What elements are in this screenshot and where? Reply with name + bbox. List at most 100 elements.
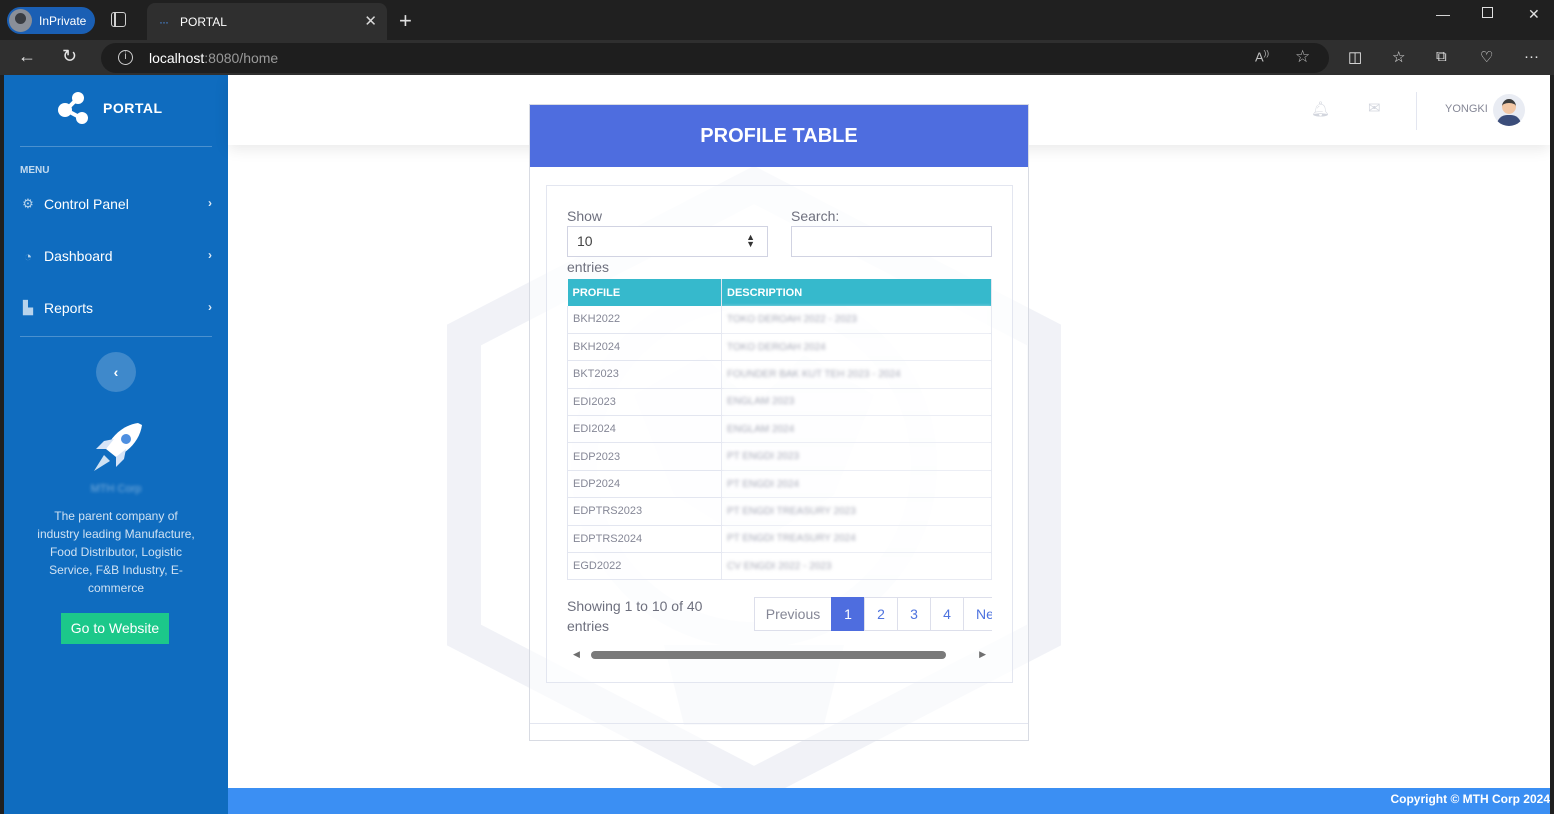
table-row[interactable]: BKT2023 FOUNDER BAK KUT TEH 2023 - 2024 [567, 360, 992, 389]
profile-cell: EDP2023 [567, 442, 722, 471]
column-header-description[interactable]: DESCRIPTION [721, 279, 992, 306]
horizontal-scrollbar[interactable]: ◀ ▶ [567, 648, 992, 662]
pagination-next[interactable]: Ne [963, 597, 992, 631]
gear-icon: ⚙ [22, 196, 34, 211]
new-tab-icon[interactable]: + [399, 8, 412, 34]
url-host: localhost [149, 50, 205, 66]
rocket-icon [94, 423, 142, 471]
description-cell: PT ENGDI TREASURY 2023 [721, 497, 992, 526]
table-row[interactable]: EGD2022 CV ENGDI 2022 - 2023 [567, 552, 992, 581]
table-row[interactable]: EDP2023 PT ENGDI 2023 [567, 442, 992, 471]
description-cell: FOUNDER BAK KUT TEH 2023 - 2024 [721, 360, 992, 389]
split-screen-icon[interactable]: ◫ [1348, 48, 1362, 66]
envelope-icon[interactable]: ✉ [1368, 99, 1381, 117]
profile-cell: EDPTRS2023 [567, 497, 722, 526]
entries-label: entries [567, 259, 610, 275]
bell-icon[interactable]: 🔔︎ [1311, 100, 1330, 118]
page-viewport: PORTAL MENU ⚙ Control Panel › ◔ Dashboar… [4, 75, 1550, 814]
profile-avatar-icon [9, 9, 32, 32]
favorite-star-icon[interactable]: ☆ [1295, 47, 1310, 67]
table-row[interactable]: EDPTRS2024 PT ENGDI TREASURY 2024 [567, 525, 992, 554]
gauge-icon: ◔ [24, 248, 32, 264]
browser-tab-bar: InPrivate ··· PORTAL ✕ + — ✕ [0, 0, 1554, 40]
profile-cell: BKH2022 [567, 306, 722, 334]
search-label: Search: [791, 208, 840, 224]
description-cell: TOKO DEROAH 2022 - 2023 [721, 306, 992, 334]
description-cell: CV ENGDI 2022 - 2023 [721, 552, 992, 581]
table-row[interactable]: EDI2023 ENGLAM 2023 [567, 388, 992, 417]
pagination-page[interactable]: 4 [930, 597, 964, 631]
chevron-right-icon: › [208, 248, 212, 262]
profile-table-card: PROFILE TABLE Show 10 ▲ ▼ entries Search:… [529, 104, 1029, 741]
profile-cell: BKH2024 [567, 333, 722, 362]
profile-cell: EDP2024 [567, 470, 722, 499]
user-name[interactable]: YONGKI [1445, 103, 1488, 115]
sidebar-item-dashboard[interactable]: ◔ Dashboard › [20, 244, 212, 268]
chevron-right-icon: › [208, 300, 212, 314]
sidebar-toggle-button[interactable]: ‹ [96, 352, 136, 392]
maximize-icon[interactable] [1482, 7, 1493, 18]
sidebar-item-label: Reports [44, 300, 94, 316]
column-header-profile[interactable]: PROFILE [567, 279, 722, 306]
sidebar-item-reports[interactable]: ▙ Reports › [20, 296, 212, 320]
description-cell: ENGLAM 2023 [721, 388, 992, 417]
profile-cell: EDPTRS2024 [567, 525, 722, 554]
close-window-icon[interactable]: ✕ [1528, 6, 1540, 23]
sidebar-item-label: Control Panel [44, 196, 129, 212]
sidebar-divider [20, 336, 212, 337]
pagination-page[interactable]: 3 [897, 597, 931, 631]
pagination-page[interactable]: 2 [864, 597, 898, 631]
pagination-page[interactable]: 1 [831, 597, 865, 631]
tab-title: PORTAL [180, 14, 227, 29]
brand[interactable]: PORTAL [57, 91, 163, 125]
more-menu-icon[interactable]: ··· [1524, 48, 1539, 65]
scrollbar-thumb[interactable] [591, 651, 946, 659]
url-path: :8080/home [204, 50, 279, 66]
pagination-previous[interactable]: Previous [754, 597, 832, 631]
corp-description: The parent company of industry leading M… [37, 509, 195, 595]
page-footer: Copyright © MTH Corp 2024 [228, 788, 1550, 814]
select-arrows-icon: ▲ ▼ [746, 232, 755, 249]
tab-actions-icon[interactable] [111, 12, 126, 27]
scroll-right-icon[interactable]: ▶ [979, 649, 986, 660]
refresh-icon[interactable]: ↻ [62, 46, 77, 67]
minimize-icon[interactable]: — [1436, 6, 1450, 22]
sidebar-item-label: Dashboard [44, 248, 113, 264]
site-info-icon[interactable]: i [118, 50, 133, 65]
sidebar: PORTAL MENU ⚙ Control Panel › ◔ Dashboar… [4, 75, 228, 814]
search-input[interactable] [791, 226, 992, 257]
bar-chart-icon: ▙ [23, 300, 33, 315]
profile-cell: EDI2023 [567, 388, 722, 417]
brand-name: PORTAL [103, 100, 163, 116]
address-bar-row: ← ↻ i localhost:8080/home A)) ☆ ◫ ☆ ⧉ ♡ … [0, 40, 1554, 75]
back-icon[interactable]: ← [18, 46, 36, 67]
chevron-right-icon: › [208, 196, 212, 210]
description-cell: PT ENGDI 2024 [721, 470, 992, 499]
table-row[interactable]: EDPTRS2023 PT ENGDI TREASURY 2023 [567, 497, 992, 526]
menu-heading: MENU [20, 165, 50, 176]
go-to-website-button[interactable]: Go to Website [61, 613, 169, 644]
read-aloud-icon[interactable]: A)) [1255, 49, 1269, 64]
datatable-wrapper: Show 10 ▲ ▼ entries Search: PROFILE DESCR… [546, 185, 1013, 683]
user-avatar[interactable] [1493, 94, 1525, 126]
favorites-icon[interactable]: ☆ [1392, 48, 1405, 66]
browser-essentials-icon[interactable]: ♡ [1480, 48, 1493, 66]
table-row[interactable]: BKH2022 TOKO DEROAH 2022 - 2023 [567, 306, 992, 334]
entries-length-select[interactable]: 10 ▲ ▼ [567, 226, 768, 257]
sidebar-item-control-panel[interactable]: ⚙ Control Panel › [20, 192, 212, 216]
collections-icon[interactable]: ⧉ [1436, 48, 1447, 65]
copyright-text: Copyright © MTH Corp 2024 [1390, 792, 1550, 806]
profile-table: PROFILE DESCRIPTION BKH2022 TOKO DEROAH 2… [567, 279, 992, 581]
profile-cell: EGD2022 [567, 552, 722, 581]
url-field[interactable]: i localhost:8080/home A)) ☆ [101, 43, 1329, 73]
table-row[interactable]: BKH2024 TOKO DEROAH 2024 [567, 333, 992, 362]
pagination: Previous 1 2 3 4 Ne [754, 597, 992, 631]
entries-length-value: 10 [577, 233, 593, 249]
table-row[interactable]: EDI2024 ENGLAM 2024 [567, 415, 992, 444]
tab-close-icon[interactable]: ✕ [364, 12, 377, 30]
scroll-left-icon[interactable]: ◀ [573, 649, 580, 660]
inprivate-badge[interactable]: InPrivate [7, 7, 95, 34]
browser-tab[interactable]: ··· PORTAL ✕ [147, 3, 387, 40]
profile-cell: EDI2024 [567, 415, 722, 444]
table-row[interactable]: EDP2024 PT ENGDI 2024 [567, 470, 992, 499]
